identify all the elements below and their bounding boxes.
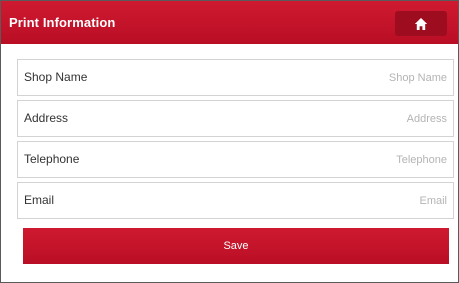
email-row: Email	[17, 182, 454, 219]
home-button[interactable]	[395, 11, 447, 36]
email-label: Email	[24, 193, 55, 207]
address-input[interactable]	[197, 101, 447, 136]
telephone-row: Telephone	[17, 141, 454, 178]
address-row: Address	[17, 100, 454, 137]
address-label: Address	[24, 111, 69, 125]
print-info-form: Shop Name Address Telephone Email	[17, 59, 454, 223]
shop-name-label: Shop Name	[24, 70, 88, 84]
print-information-screen: Print Information Shop Name Address Tele…	[0, 0, 459, 283]
home-icon	[414, 17, 428, 31]
telephone-input[interactable]	[197, 142, 447, 177]
shop-name-row: Shop Name	[17, 59, 454, 96]
header-bar: Print Information	[1, 1, 458, 44]
save-button[interactable]: Save	[23, 228, 449, 264]
page-title: Print Information	[9, 15, 116, 30]
email-input[interactable]	[197, 183, 447, 218]
shop-name-input[interactable]	[197, 60, 447, 95]
telephone-label: Telephone	[24, 152, 80, 166]
